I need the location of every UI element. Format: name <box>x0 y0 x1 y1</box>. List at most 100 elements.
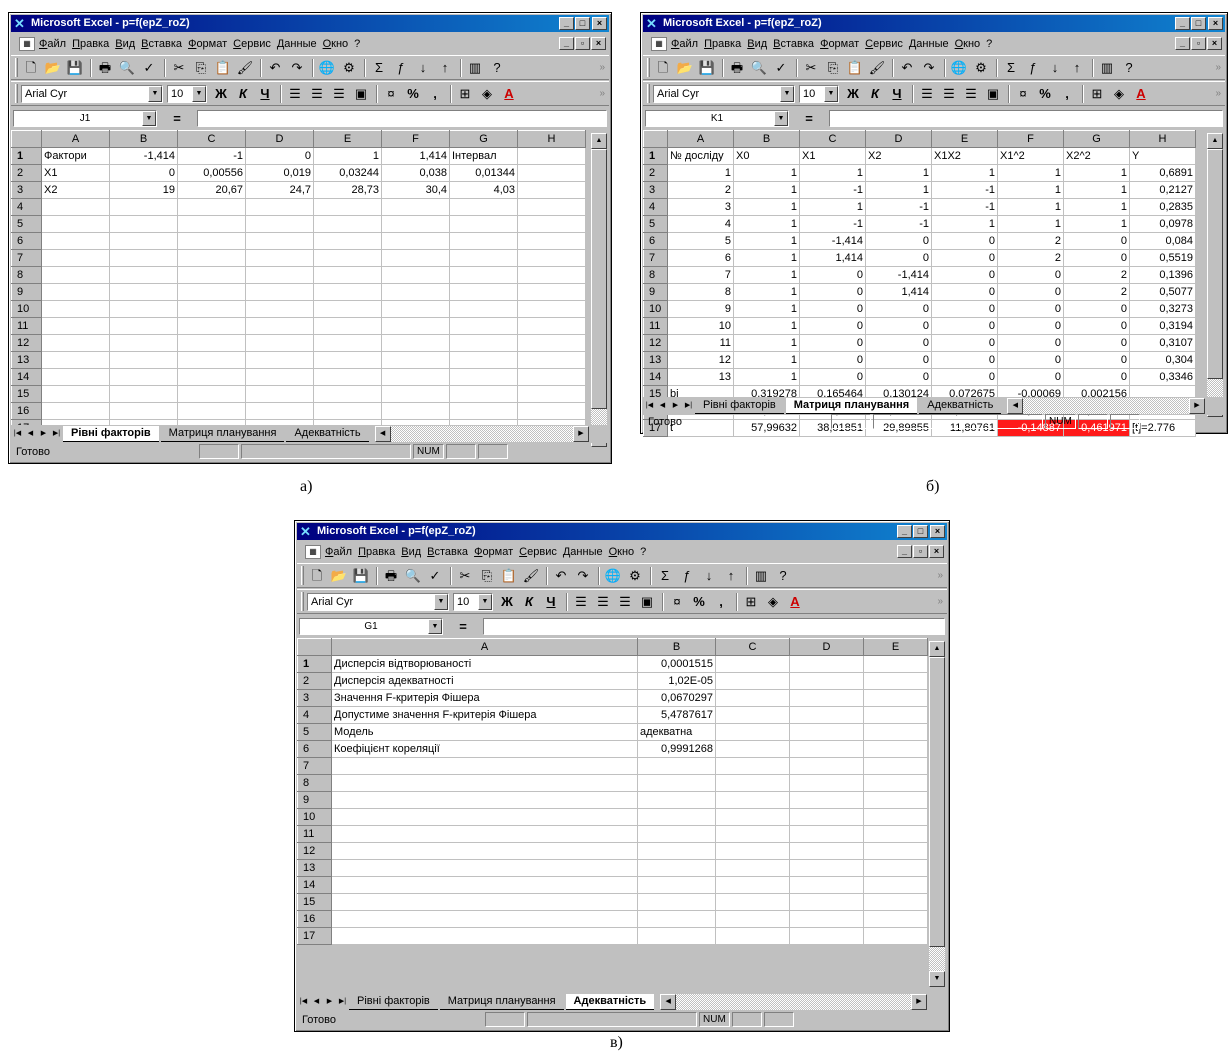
close-button[interactable]: × <box>930 525 945 538</box>
cell[interactable]: 1 <box>997 198 1064 216</box>
toolbar-more-icon[interactable]: » <box>937 570 943 581</box>
row-header[interactable]: 8 <box>11 266 42 284</box>
paste-icon[interactable]: 📋 <box>213 58 233 77</box>
insert-link-icon[interactable]: 🌐 <box>317 58 337 77</box>
cell[interactable] <box>245 368 314 386</box>
percent-button[interactable]: % <box>403 84 423 103</box>
cell[interactable] <box>313 215 382 233</box>
row-header[interactable]: 4 <box>643 198 668 216</box>
cell[interactable] <box>177 317 246 335</box>
menu-file[interactable]: Файл <box>325 546 358 558</box>
format-painter-icon[interactable]: 🖌 <box>867 58 887 77</box>
row-header[interactable]: 12 <box>11 334 42 352</box>
row-header[interactable]: 6 <box>643 232 668 250</box>
cell[interactable] <box>863 740 928 758</box>
menu-tools[interactable]: Сервис <box>519 546 563 558</box>
cell[interactable]: X1 <box>799 147 866 165</box>
cell[interactable] <box>715 655 790 673</box>
menu-insert[interactable]: Вставка <box>773 38 820 50</box>
cell[interactable] <box>517 266 586 284</box>
scroll-thumb[interactable] <box>929 657 945 947</box>
cell[interactable] <box>109 351 178 369</box>
cell[interactable]: 5,4787617 <box>637 706 716 724</box>
workbook-icon[interactable]: ▦ <box>305 544 321 559</box>
cell[interactable] <box>41 368 110 386</box>
cell[interactable]: 28,73 <box>313 181 382 199</box>
cell[interactable] <box>245 283 314 301</box>
underline-button[interactable]: Ч <box>887 84 907 103</box>
align-right-icon[interactable]: ☰ <box>961 84 981 103</box>
scroll-down-icon[interactable]: ▼ <box>929 971 945 987</box>
cell[interactable]: 1 <box>733 249 800 267</box>
cell[interactable]: Модель <box>331 723 638 741</box>
cell[interactable]: 1 <box>733 334 800 352</box>
menu-edit[interactable]: Правка <box>358 546 401 558</box>
tab-adequacy[interactable]: Адекватність <box>286 426 369 442</box>
title-bar[interactable]: ✕ Microsoft Excel - p=f(epZ_roZ) _ □ × <box>297 523 947 540</box>
cell[interactable] <box>449 385 518 403</box>
vertical-scrollbar[interactable]: ▲ ▼ <box>929 641 945 987</box>
fill-color-icon[interactable]: ◈ <box>477 84 497 103</box>
cell[interactable] <box>381 198 450 216</box>
cell[interactable]: 1 <box>733 266 800 284</box>
scroll-right-icon[interactable]: ▶ <box>573 426 589 442</box>
cell[interactable]: 1 <box>733 232 800 250</box>
cell[interactable] <box>517 164 586 182</box>
font-name-select[interactable]: Arial Cyr ▼ <box>653 84 795 103</box>
row-header[interactable]: 17 <box>297 927 332 945</box>
print-icon[interactable]: 🖶 <box>95 58 115 77</box>
cell[interactable]: 0 <box>799 334 866 352</box>
toolbar-grip[interactable] <box>301 592 304 611</box>
menu-insert[interactable]: Вставка <box>427 546 474 558</box>
cell[interactable] <box>863 723 928 741</box>
font-size-select[interactable]: 10 ▼ <box>799 84 839 103</box>
cell[interactable] <box>177 334 246 352</box>
cell[interactable]: 1 <box>733 181 800 199</box>
cell[interactable] <box>313 334 382 352</box>
cell[interactable] <box>331 859 638 877</box>
title-bar[interactable]: ✕ Microsoft Excel - p=f(epZ_roZ) _ □ × <box>11 15 609 32</box>
percent-button[interactable]: % <box>689 592 709 611</box>
cell[interactable]: 6 <box>667 249 734 267</box>
menu-view[interactable]: Вид <box>401 546 427 558</box>
cell[interactable]: 0,0978 <box>1129 215 1196 233</box>
cell[interactable]: 0 <box>865 317 932 335</box>
cell[interactable] <box>637 910 716 928</box>
redo-icon[interactable]: ↷ <box>919 58 939 77</box>
menu-window[interactable]: Окно <box>323 38 355 50</box>
comma-button[interactable]: , <box>425 84 445 103</box>
cell[interactable]: 1 <box>799 198 866 216</box>
menu-view[interactable]: Вид <box>115 38 141 50</box>
row-header[interactable]: 5 <box>297 723 332 741</box>
cell[interactable] <box>863 808 928 826</box>
menu-format[interactable]: Формат <box>820 38 865 50</box>
row-header[interactable]: 11 <box>297 825 332 843</box>
cell[interactable]: 1,414 <box>381 147 450 165</box>
cell[interactable]: 1 <box>733 317 800 335</box>
cell[interactable]: 0 <box>865 351 932 369</box>
column-header-h[interactable]: H <box>1129 130 1196 148</box>
menu-file[interactable]: Файл <box>39 38 72 50</box>
cell[interactable] <box>245 334 314 352</box>
cell[interactable] <box>789 655 864 673</box>
cell[interactable] <box>715 893 790 911</box>
cell[interactable] <box>517 249 586 267</box>
scroll-up-icon[interactable]: ▲ <box>929 641 945 657</box>
cell[interactable]: 0 <box>865 368 932 386</box>
align-left-icon[interactable]: ☰ <box>917 84 937 103</box>
row-header[interactable]: 2 <box>11 164 42 182</box>
column-header-h[interactable]: H <box>517 130 586 148</box>
column-header-b[interactable]: B <box>637 638 716 656</box>
cell[interactable] <box>177 283 246 301</box>
cell[interactable]: 0 <box>997 300 1064 318</box>
chevron-down-icon[interactable]: ▼ <box>148 85 162 102</box>
cell[interactable] <box>789 876 864 894</box>
font-name-select[interactable]: Arial Cyr ▼ <box>307 592 449 611</box>
cell[interactable]: 0,3273 <box>1129 300 1196 318</box>
cell[interactable]: 0,9991268 <box>637 740 716 758</box>
cell[interactable] <box>41 402 110 420</box>
cell[interactable]: -1 <box>799 181 866 199</box>
prev-sheet-icon[interactable]: ◀ <box>24 427 37 441</box>
underline-button[interactable]: Ч <box>255 84 275 103</box>
cell[interactable] <box>381 385 450 403</box>
